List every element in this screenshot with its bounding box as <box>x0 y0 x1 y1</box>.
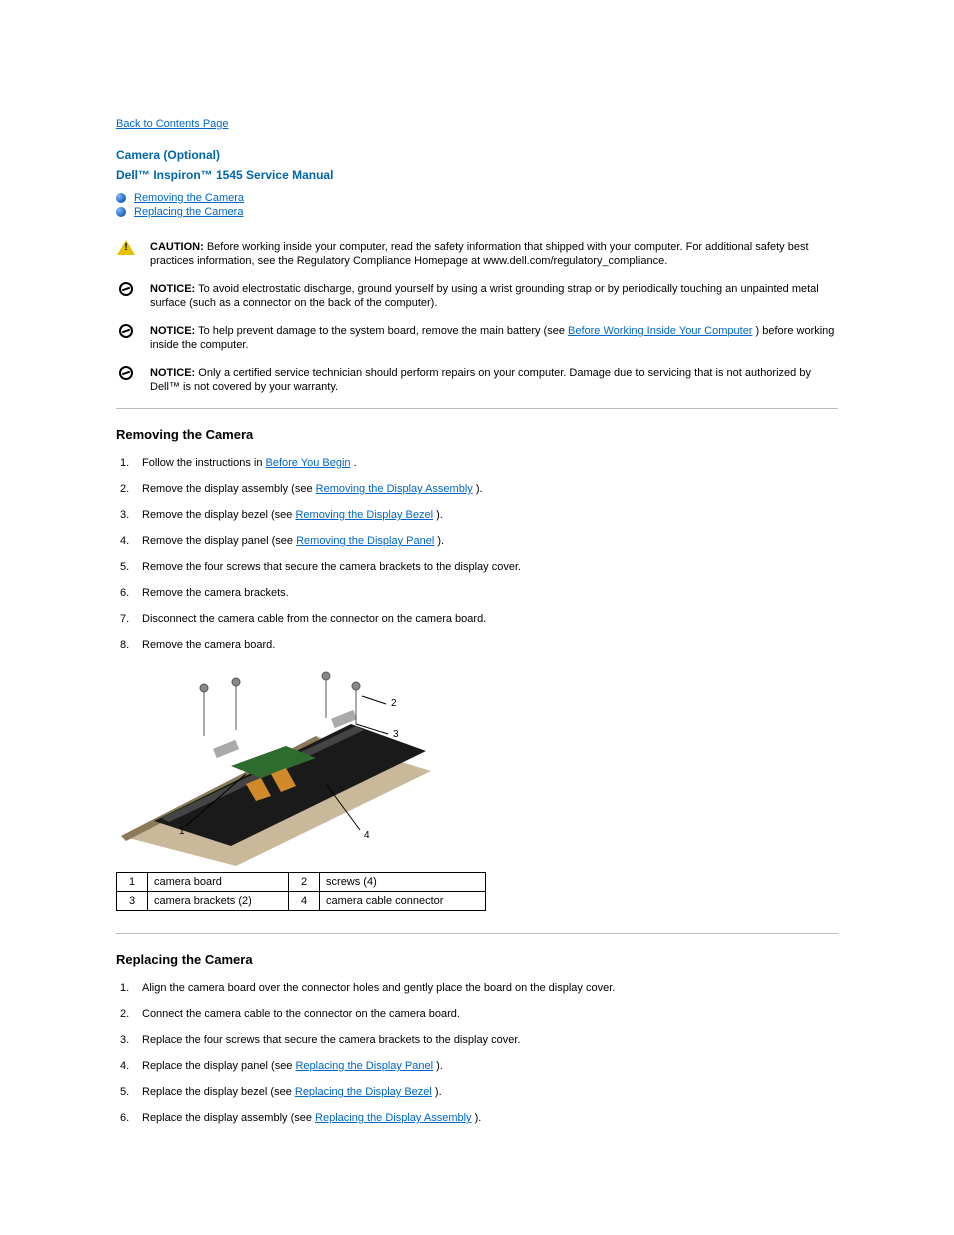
replace-display-assembly-link[interactable]: Replacing the Display Assembly <box>315 1112 472 1124</box>
step-text: . <box>354 457 357 469</box>
battery-notice: NOTICE: To help prevent damage to the sy… <box>116 324 838 352</box>
caution-body: Before working inside your computer, rea… <box>150 241 809 267</box>
caution-lead: CAUTION: <box>150 241 204 253</box>
replace-display-panel-link[interactable]: Replacing the Display Panel <box>295 1060 433 1072</box>
removing-heading: Removing the Camera <box>116 427 838 442</box>
step-text: Remove the four screws that secure the c… <box>142 561 521 573</box>
notice-body-prefix: To help prevent damage to the system boa… <box>198 325 568 337</box>
toc-link-replacing[interactable]: Replacing the Camera <box>134 206 243 218</box>
warning-triangle-icon <box>117 240 135 255</box>
removing-steps: Follow the instructions in Before You Be… <box>116 456 838 652</box>
replacing-steps: Align the camera board over the connecto… <box>116 981 838 1125</box>
notice-lead: NOTICE: <box>150 325 195 337</box>
notice-lead: NOTICE: <box>150 367 195 379</box>
legend-label: camera board <box>148 873 289 892</box>
bullet-icon <box>116 207 126 217</box>
page-title: Camera (Optional) <box>116 148 838 162</box>
replace-display-bezel-link[interactable]: Replacing the Display Bezel <box>295 1086 432 1098</box>
step-text: Replace the display panel (see <box>142 1060 295 1072</box>
back-to-contents-link[interactable]: Back to Contents Page <box>116 118 229 130</box>
step-text: Replace the display bezel (see <box>142 1086 295 1098</box>
step-text: ). <box>437 535 444 547</box>
section-divider <box>116 408 838 409</box>
section-divider <box>116 933 838 934</box>
legend-num: 2 <box>289 873 320 892</box>
callout-1: 1 <box>179 826 185 837</box>
camera-figure: 1 2 3 4 <box>116 666 838 866</box>
step-text: ). <box>475 1112 482 1124</box>
legend-num: 1 <box>117 873 148 892</box>
manual-name: Dell™ Inspiron™ 1545 Service Manual <box>116 168 838 182</box>
bullet-icon <box>116 193 126 203</box>
notice-icon <box>119 324 133 338</box>
remove-display-panel-link[interactable]: Removing the Display Panel <box>296 535 434 547</box>
technician-notice: NOTICE: Only a certified service technic… <box>116 366 838 394</box>
step-text: Follow the instructions in <box>142 457 266 469</box>
figure-legend-table: 1 camera board 2 screws (4) 3 camera bra… <box>116 872 486 911</box>
legend-label: camera cable connector <box>320 892 486 911</box>
step-text: Remove the display bezel (see <box>142 509 295 521</box>
notice-icon <box>119 366 133 380</box>
step-text: Replace the display assembly (see <box>142 1112 315 1124</box>
callout-4: 4 <box>364 830 370 841</box>
step-text: ). <box>476 483 483 495</box>
legend-label: screws (4) <box>320 873 486 892</box>
notice-lead: NOTICE: <box>150 283 195 295</box>
step-text: Connect the camera cable to the connecto… <box>142 1008 460 1020</box>
step-text: Disconnect the camera cable from the con… <box>142 613 486 625</box>
notice-icon <box>119 282 133 296</box>
notice-body: To avoid electrostatic discharge, ground… <box>150 283 819 309</box>
step-text: Remove the display assembly (see <box>142 483 316 495</box>
step-text: Replace the four screws that secure the … <box>142 1034 520 1046</box>
step-text: ). <box>436 509 443 521</box>
legend-label: camera brackets (2) <box>148 892 289 911</box>
caution-notice: CAUTION: Before working inside your comp… <box>116 240 838 268</box>
step-text: ). <box>436 1060 443 1072</box>
step-text: Remove the camera board. <box>142 639 275 651</box>
legend-num: 4 <box>289 892 320 911</box>
esd-notice: NOTICE: To avoid electrostatic discharge… <box>116 282 838 310</box>
camera-diagram-svg: 1 2 3 4 <box>116 666 436 866</box>
callout-2: 2 <box>391 698 397 709</box>
replacing-heading: Replacing the Camera <box>116 952 838 967</box>
toc-link-removing[interactable]: Removing the Camera <box>134 192 244 204</box>
before-you-begin-link[interactable]: Before You Begin <box>266 457 351 469</box>
table-of-contents: Removing the Camera Replacing the Camera <box>116 192 838 218</box>
step-text: Align the camera board over the connecto… <box>142 982 615 994</box>
step-text: Remove the display panel (see <box>142 535 296 547</box>
callout-3: 3 <box>393 729 399 740</box>
step-text: Remove the camera brackets. <box>142 587 289 599</box>
before-working-link[interactable]: Before Working Inside Your Computer <box>568 325 752 337</box>
legend-num: 3 <box>117 892 148 911</box>
notice-body: Only a certified service technician shou… <box>150 367 811 393</box>
remove-display-bezel-link[interactable]: Removing the Display Bezel <box>295 509 433 521</box>
remove-display-assembly-link[interactable]: Removing the Display Assembly <box>316 483 473 495</box>
step-text: ). <box>435 1086 442 1098</box>
